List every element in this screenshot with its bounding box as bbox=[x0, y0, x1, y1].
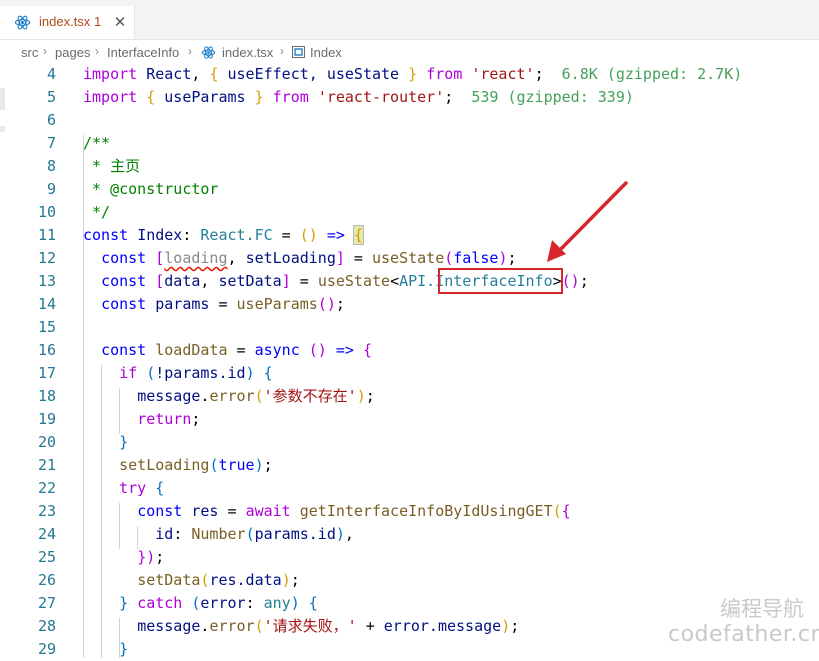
code-line: 11 const Index: React.FC = () => { bbox=[0, 224, 819, 247]
code-line: 14 const params = useParams(); bbox=[0, 293, 819, 316]
chevron-right-icon: › bbox=[188, 44, 192, 58]
line-number: 13 bbox=[37, 272, 56, 290]
code-comment: */ bbox=[83, 203, 111, 221]
line-number: 10 bbox=[37, 203, 56, 221]
code-line: 22 try { bbox=[0, 477, 819, 500]
code-line: 26 setData(res.data); bbox=[0, 569, 819, 592]
line-number: 27 bbox=[37, 594, 56, 612]
line-number: 15 bbox=[37, 318, 56, 336]
line-number: 11 bbox=[37, 226, 56, 244]
code-editor[interactable]: 4 import React, { useEffect, useState } … bbox=[0, 63, 819, 658]
react-file-icon bbox=[14, 15, 31, 30]
code-comment: * @constructor bbox=[83, 180, 219, 198]
line-number: 14 bbox=[37, 295, 56, 313]
code-text: }); bbox=[137, 548, 165, 566]
line-number: 20 bbox=[37, 433, 56, 451]
line-number: 25 bbox=[37, 548, 56, 566]
code-text: setLoading(true); bbox=[119, 456, 273, 474]
line-number: 7 bbox=[46, 134, 56, 152]
code-line: 12 const [loading, setLoading] = useStat… bbox=[0, 247, 819, 270]
symbol-variable-icon bbox=[292, 46, 305, 58]
code-line: 5 import { useParams } from 'react-route… bbox=[0, 86, 819, 109]
code-text: const Index: React.FC = () => { bbox=[83, 225, 364, 245]
code-line: 10 */ bbox=[0, 201, 819, 224]
code-line: 6 bbox=[0, 109, 819, 132]
line-number: 8 bbox=[46, 157, 56, 175]
code-text: const [loading, setLoading] = useState(f… bbox=[101, 249, 517, 267]
code-text: import { useParams } from 'react-router'… bbox=[83, 88, 634, 106]
line-number: 26 bbox=[37, 571, 56, 589]
code-line: 21 setLoading(true); bbox=[0, 454, 819, 477]
chevron-right-icon: › bbox=[280, 44, 284, 58]
code-line: 8 * 主页 bbox=[0, 155, 819, 178]
code-line: 9 * @constructor bbox=[0, 178, 819, 201]
react-file-icon bbox=[201, 46, 216, 59]
code-comment: * 主页 bbox=[83, 157, 141, 175]
code-text: if (!params.id) { bbox=[119, 364, 273, 382]
import-size-hint: 539 (gzipped: 339) bbox=[471, 88, 634, 106]
breadcrumb-item-pages[interactable]: pages bbox=[55, 45, 90, 60]
watermark-en: codefather.cn bbox=[668, 622, 819, 647]
code-text: try { bbox=[119, 479, 165, 497]
line-number: 28 bbox=[37, 617, 56, 635]
line-number: 24 bbox=[37, 525, 56, 543]
tab-problem-count: 1 bbox=[94, 14, 102, 29]
line-number: 12 bbox=[37, 249, 56, 267]
code-line: 13 const [data, setData] = useState<API.… bbox=[0, 270, 819, 293]
code-text: return; bbox=[137, 410, 201, 428]
code-line: 24 id: Number(params.id), bbox=[0, 523, 819, 546]
breadcrumb: src › pages › InterfaceInfo › index.tsx … bbox=[0, 40, 819, 64]
chevron-right-icon: › bbox=[95, 44, 99, 58]
import-size-hint: 6.8K (gzipped: 2.7K) bbox=[561, 65, 743, 83]
code-line: 17 if (!params.id) { bbox=[0, 362, 819, 385]
code-line: 25 }); bbox=[0, 546, 819, 569]
editor-tab-bar: index.tsx 1 ✕ bbox=[0, 6, 819, 40]
line-number: 4 bbox=[46, 65, 56, 83]
code-line: 4 import React, { useEffect, useState } … bbox=[0, 63, 819, 86]
code-text: const res = await getInterfaceInfoByIdUs… bbox=[137, 502, 571, 520]
code-line: 27 } catch (error: any) { bbox=[0, 592, 819, 615]
line-number: 21 bbox=[37, 456, 56, 474]
code-line: 7 /** bbox=[0, 132, 819, 155]
tab-index-tsx[interactable]: index.tsx 1 ✕ bbox=[0, 6, 135, 39]
code-line: 15 bbox=[0, 316, 819, 339]
line-number: 23 bbox=[37, 502, 56, 520]
watermark-cn: 编程导航 bbox=[720, 597, 804, 621]
line-number: 18 bbox=[37, 387, 56, 405]
line-number: 17 bbox=[37, 364, 56, 382]
line-number: 22 bbox=[37, 479, 56, 497]
code-line: 23 const res = await getInterfaceInfoByI… bbox=[0, 500, 819, 523]
code-line: 20 } bbox=[0, 431, 819, 454]
code-line: 18 message.error('参数不存在'); bbox=[0, 385, 819, 408]
tab-label: index.tsx bbox=[39, 14, 91, 29]
code-text: setData(res.data); bbox=[137, 571, 300, 589]
code-text: message.error('参数不存在'); bbox=[137, 387, 375, 405]
code-text: } catch (error: any) { bbox=[119, 594, 318, 612]
code-text: const loadData = async () => { bbox=[101, 341, 372, 359]
code-comment: /** bbox=[83, 134, 111, 152]
code-text: message.error('请求失败，' + error.message); bbox=[137, 617, 520, 635]
chevron-right-icon: › bbox=[43, 44, 47, 58]
code-text: import React, { useEffect, useState } fr… bbox=[83, 65, 743, 83]
code-line: 19 return; bbox=[0, 408, 819, 431]
breadcrumb-item-index-tsx[interactable]: index.tsx bbox=[222, 45, 273, 60]
line-number: 5 bbox=[46, 88, 56, 106]
breadcrumb-item-src[interactable]: src bbox=[21, 45, 38, 60]
line-number: 16 bbox=[37, 341, 56, 359]
line-number: 9 bbox=[46, 180, 56, 198]
code-text: const params = useParams(); bbox=[101, 295, 345, 313]
code-text: id: Number(params.id), bbox=[155, 525, 354, 543]
unused-variable: loading bbox=[164, 249, 228, 267]
line-number: 6 bbox=[46, 111, 56, 129]
close-icon[interactable]: ✕ bbox=[110, 12, 130, 32]
code-line: 16 const loadData = async () => { bbox=[0, 339, 819, 362]
breadcrumb-item-interfaceinfo[interactable]: InterfaceInfo bbox=[107, 45, 179, 60]
annotation-box bbox=[438, 268, 563, 294]
code-text: } bbox=[119, 433, 129, 451]
line-number: 19 bbox=[37, 410, 56, 428]
breadcrumb-item-index-symbol[interactable]: Index bbox=[310, 45, 342, 60]
